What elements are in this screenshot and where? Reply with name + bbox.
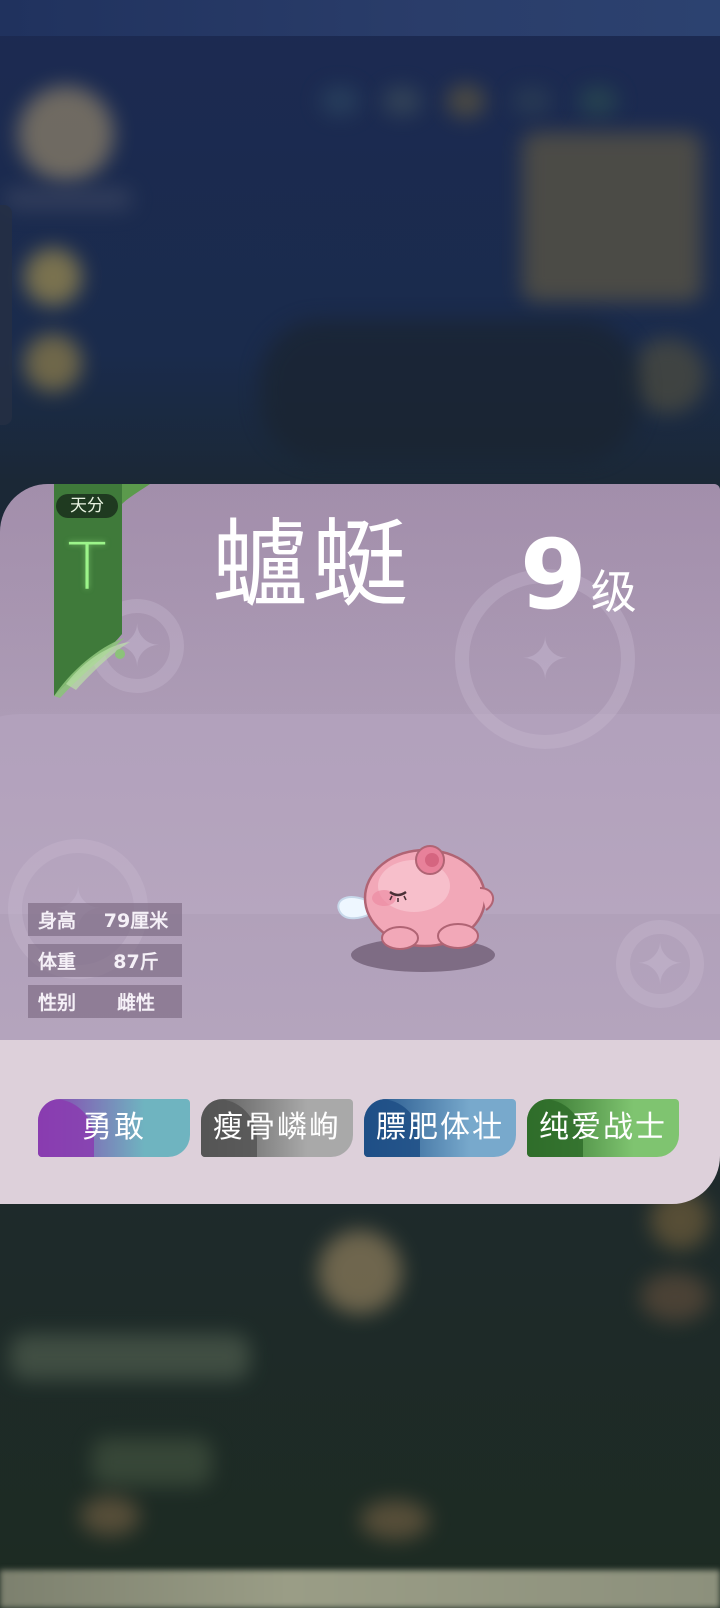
bottom-dock (0, 1570, 720, 1608)
scene-object (360, 1500, 430, 1540)
stat-key: 体重 (38, 951, 77, 973)
trait-tag-label: 膘肥体壮 (376, 1110, 504, 1145)
scene-object (640, 1272, 710, 1322)
terrain (260, 320, 640, 460)
status-bar (0, 0, 720, 36)
talent-badge: 天分 T (46, 484, 150, 714)
level-number: 9 (520, 519, 587, 631)
talent-label: 天分 (56, 494, 118, 518)
trait-tag[interactable]: 纯爱战士 (527, 1099, 679, 1157)
trait-tags: 勇敢 瘦骨嶙峋 膘肥体壮 纯爱战士 (38, 1099, 688, 1157)
menu-icon (24, 334, 82, 392)
scene-object (80, 1496, 140, 1536)
trait-tag-label: 瘦骨嶙峋 (213, 1110, 341, 1145)
level-unit: 级 (590, 565, 637, 619)
pet-level: 9级 (520, 520, 637, 630)
trait-tag-label: 勇敢 (82, 1110, 146, 1145)
trait-tag[interactable]: 勇敢 (38, 1099, 190, 1157)
talent-grade: T (67, 531, 107, 605)
top-icon (578, 86, 618, 116)
stat-row-height: 身高 79厘米 (28, 903, 182, 936)
avatar (18, 86, 114, 182)
pet-stats: 身高 79厘米 体重 87斤 性别 雌性 (28, 903, 182, 1026)
side-button (630, 338, 706, 414)
stat-key: 性别 (38, 992, 77, 1014)
menu-icon (24, 248, 82, 306)
top-icon (512, 86, 552, 116)
chat-bar (10, 1334, 250, 1380)
event-panel (522, 132, 702, 302)
top-icon (446, 84, 486, 118)
stat-value: 雌性 (116, 992, 155, 1014)
pet-name: 蠦蜓 (212, 509, 412, 621)
stat-value: 79厘米 (103, 910, 169, 932)
action-button (92, 1438, 212, 1486)
stat-key: 身高 (38, 910, 77, 932)
scene-object (318, 1230, 402, 1314)
trait-tag[interactable]: 瘦骨嶙峋 (201, 1099, 353, 1157)
trait-tag[interactable]: 膘肥体壮 (364, 1099, 516, 1157)
emblem-decoration: ✦ (616, 920, 704, 1008)
stat-value: 87斤 (113, 951, 159, 973)
top-icon (382, 86, 422, 116)
player-name-plate (4, 188, 132, 210)
side-drawer-tab (0, 205, 12, 425)
stat-row-weight: 体重 87斤 (28, 944, 182, 977)
pet-creature-icon (337, 845, 495, 972)
pet-sprite[interactable] (330, 830, 510, 980)
stat-row-gender: 性别 雌性 (28, 985, 182, 1018)
trait-tag-label: 纯爱战士 (539, 1110, 667, 1145)
top-icon (320, 86, 360, 116)
